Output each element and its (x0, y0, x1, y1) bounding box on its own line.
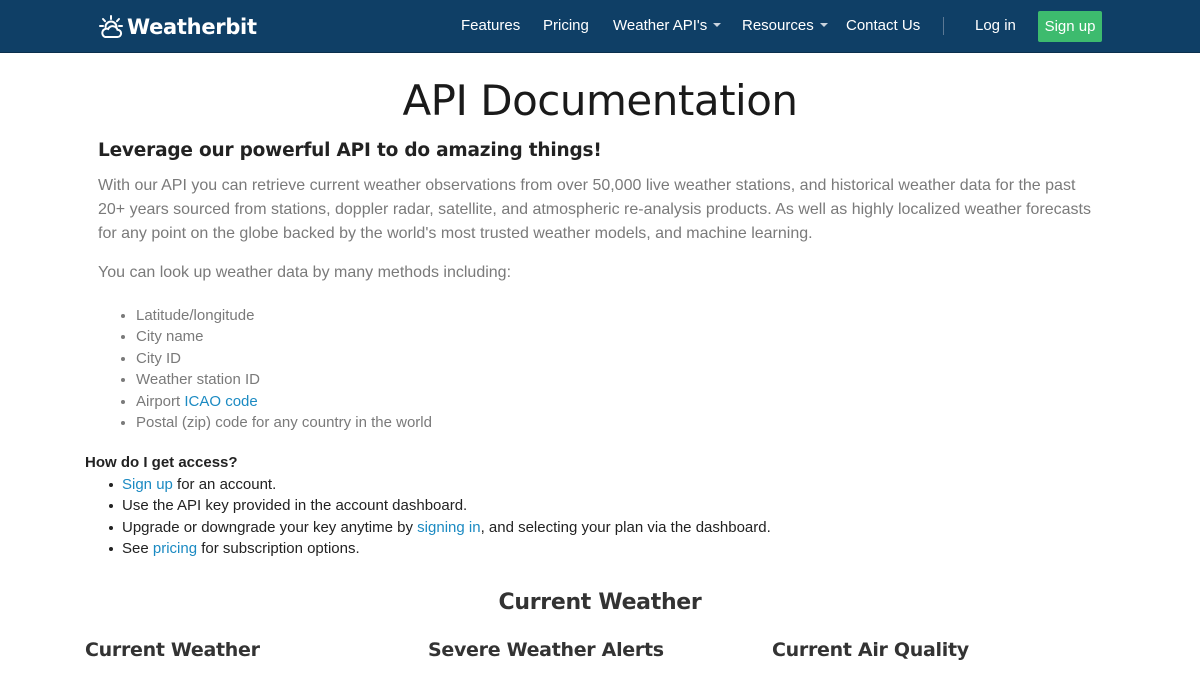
page-title: API Documentation (402, 76, 798, 125)
pricing-link[interactable]: pricing (153, 540, 197, 557)
nav-features-label: Features (461, 17, 521, 34)
list-item: City name (121, 326, 432, 347)
list-item: City ID (121, 348, 432, 369)
method-city-id: City ID (136, 349, 181, 367)
signup-label: Sign up (1044, 18, 1096, 35)
methods-intro: You can look up weather data by many met… (98, 264, 512, 281)
nav-contact-us[interactable]: Contact Us (846, 0, 920, 53)
method-city-name: City name (136, 328, 204, 346)
access-heading: How do I get access? (85, 454, 238, 471)
brand-logo[interactable]: Weatherbit (98, 12, 257, 42)
icao-code-link[interactable]: ICAO code (184, 393, 257, 410)
nav-pricing[interactable]: Pricing (543, 0, 589, 53)
login-link[interactable]: Log in (975, 0, 1016, 53)
list-item: Use the API key provided in the account … (109, 495, 771, 516)
nav-weather-apis[interactable]: Weather API's (613, 0, 722, 53)
card-title-current-air-quality[interactable]: Current Air Quality (772, 639, 969, 661)
nav-features[interactable]: Features (461, 0, 520, 53)
method-lat-lon: Latitude/longitude (136, 307, 255, 324)
list-item: Sign up for an account. (109, 474, 771, 495)
access-step-2-text: Use the API key provided in the account … (122, 497, 468, 515)
method-station-id: Weather station ID (136, 371, 260, 389)
card-title-severe-weather-alerts[interactable]: Severe Weather Alerts (428, 639, 664, 661)
signup-link[interactable]: Sign up (122, 476, 173, 493)
lead-heading: Leverage our powerful API to do amazing … (98, 140, 602, 161)
list-item: Postal (zip) code for any country in the… (121, 412, 432, 433)
api-description: With our API you can retrieve current we… (98, 177, 1091, 242)
nav-divider (943, 17, 944, 35)
method-postal-code: Postal (zip) code for any country in the… (136, 414, 432, 432)
brand-name: Weatherbit (127, 15, 257, 39)
list-item: Latitude/longitude (121, 305, 432, 326)
nav-pricing-label: Pricing (543, 17, 589, 34)
list-item: Airport ICAO code (121, 391, 432, 412)
nav-resources[interactable]: Resources (742, 0, 828, 53)
nav-contact-us-label: Contact Us (846, 17, 921, 34)
lookup-methods-list: Latitude/longitude City name City ID Wea… (98, 305, 432, 433)
nav-weather-apis-label: Weather API's (613, 17, 708, 34)
card-title-current-weather[interactable]: Current Weather (85, 639, 260, 661)
sun-behind-cloud-icon (99, 15, 123, 38)
access-step-1-text: for an account. (172, 476, 277, 493)
nav-resources-label: Resources (742, 17, 814, 34)
list-item: See pricing for subscription options. (109, 538, 771, 559)
caret-down-icon (819, 23, 828, 28)
signup-button[interactable]: Sign up (1038, 11, 1102, 42)
top-navbar: Weatherbit Features Pricing Weather API'… (0, 0, 1200, 53)
access-step-3-after: , and selecting your plan via the dashbo… (480, 518, 771, 536)
section-title-current-weather: Current Weather (498, 590, 702, 615)
caret-down-icon (713, 23, 722, 28)
access-steps-list: Sign up for an account. Use the API key … (85, 474, 771, 560)
login-label: Log in (975, 17, 1016, 34)
list-item: Weather station ID (121, 369, 432, 390)
method-airport-prefix: Airport (136, 392, 185, 410)
access-step-3-before: Upgrade or downgrade your key anytime by (122, 518, 418, 536)
access-step-4-after: for subscription options. (197, 540, 360, 558)
list-item: Upgrade or downgrade your key anytime by… (109, 517, 771, 538)
access-step-4-before: See (122, 540, 153, 558)
signing-in-link[interactable]: signing in (417, 519, 480, 536)
